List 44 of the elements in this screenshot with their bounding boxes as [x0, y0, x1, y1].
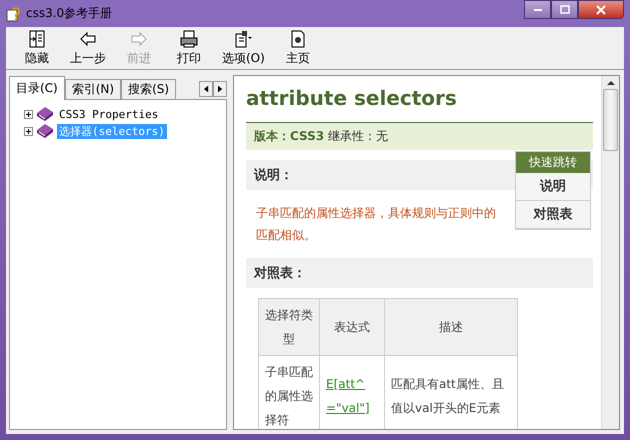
section-heading: 对照表：: [246, 258, 593, 288]
scroll-right-button[interactable]: [213, 81, 227, 97]
table-cell: 子串匹配的属性选择符: [258, 356, 320, 429]
left-arrow-icon: [204, 85, 208, 93]
minimize-button[interactable]: [524, 0, 551, 19]
nav-tab[interactable]: 索引(N): [64, 79, 122, 99]
nav-tab[interactable]: 搜索(S): [121, 79, 176, 99]
column-header: 选择符类型: [258, 298, 320, 356]
toolbar-button[interactable]: 隐藏: [12, 27, 62, 69]
scrollbar[interactable]: [601, 76, 619, 429]
right-arrow-icon: [218, 85, 222, 93]
minimize-icon: [534, 8, 542, 10]
expand-icon[interactable]: [24, 126, 33, 136]
version-info: 版本：CSS3 继承性：无: [246, 122, 593, 150]
scroll-left-button[interactable]: [199, 81, 213, 97]
toolbar-button[interactable]: 上一步: [62, 27, 114, 69]
quick-jump-title: 快速跳转: [516, 152, 590, 173]
column-header: 描述: [384, 298, 518, 356]
quick-jump-link[interactable]: 对照表: [516, 201, 590, 229]
description-text: 子串匹配的属性选择器，具体规则与正则中的匹配相似。: [256, 205, 497, 244]
forward-arrow-icon: [129, 29, 149, 49]
expand-icon[interactable]: [24, 110, 33, 118]
document-icon: [233, 29, 254, 49]
tree-item[interactable]: CSS3 Properties: [57, 108, 160, 120]
book-icon: [36, 123, 54, 139]
close-icon: [596, 4, 606, 14]
quick-jump-link[interactable]: 说明: [516, 173, 590, 201]
help-icon: [6, 6, 22, 22]
maximize-icon: [560, 4, 570, 14]
column-header: 表达式: [320, 298, 384, 356]
up-arrow-icon[interactable]: [606, 80, 614, 85]
toolbar-button[interactable]: 主页: [272, 27, 323, 69]
back-arrow-icon: [78, 29, 98, 49]
page-heading: attribute selectors: [246, 86, 458, 112]
close-button[interactable]: [578, 0, 624, 19]
printer-icon: [179, 29, 199, 49]
panel-icon: [27, 29, 47, 49]
toolbar-button[interactable]: 打印: [164, 27, 214, 69]
toolbar-button[interactable]: 选项(O): [214, 27, 273, 69]
window-title: css3.0参考手册: [26, 5, 114, 22]
maximize-button[interactable]: [551, 0, 578, 19]
scrollbar-thumb[interactable]: [603, 89, 618, 151]
book-icon: [36, 106, 54, 122]
nav-tab[interactable]: 目录(C): [9, 76, 65, 100]
